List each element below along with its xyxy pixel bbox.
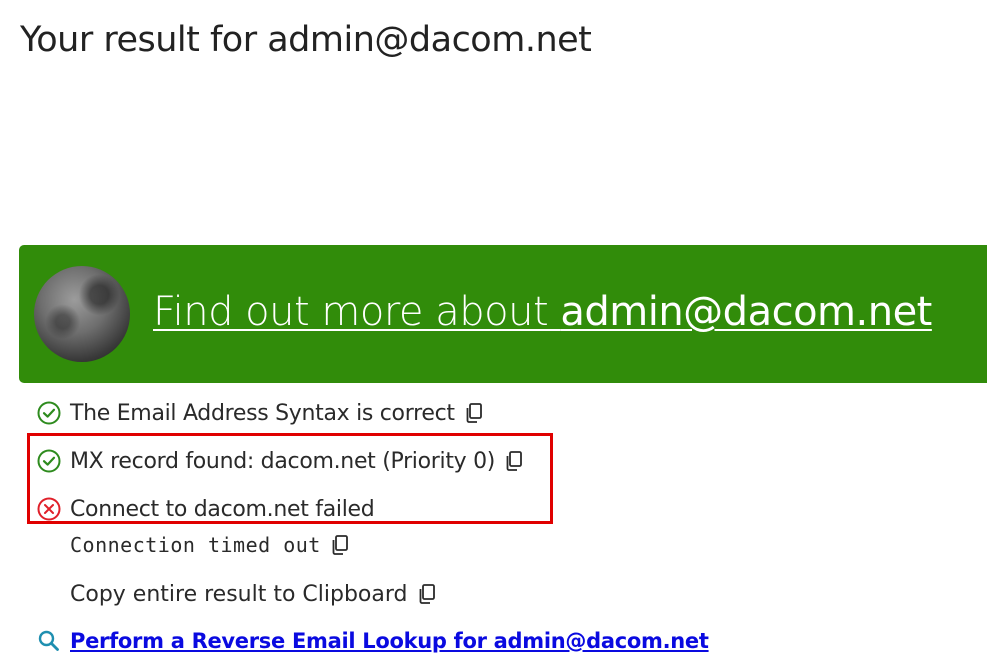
avatar — [34, 266, 130, 362]
find-out-more-banner[interactable]: Find out more about admin@dacom.net — [19, 245, 987, 383]
check-circle-icon — [37, 401, 61, 425]
connect-detail-text: Connection timed out — [70, 533, 321, 557]
reverse-lookup-link[interactable]: Perform a Reverse Email Lookup for admin… — [70, 629, 709, 653]
copy-icon[interactable] — [464, 402, 484, 424]
page-title: Your result for admin@dacom.net — [20, 20, 592, 60]
find-out-more-prefix: Find out more about — [153, 289, 561, 335]
search-icon — [38, 630, 59, 651]
syntax-result-row: The Email Address Syntax is correct — [36, 399, 484, 427]
copy-icon[interactable] — [417, 583, 437, 605]
syntax-result-text: The Email Address Syntax is correct — [70, 400, 455, 426]
find-out-more-email: admin@dacom.net — [560, 289, 932, 335]
connect-detail-row: Connection timed out — [70, 531, 350, 559]
highlight-box — [27, 433, 553, 524]
copy-all-text[interactable]: Copy entire result to Clipboard — [70, 582, 408, 607]
copy-icon[interactable] — [330, 534, 350, 556]
find-out-more-link[interactable]: Find out more about admin@dacom.net — [153, 289, 932, 335]
copy-all-row[interactable]: Copy entire result to Clipboard — [70, 580, 437, 608]
reverse-lookup-row: Perform a Reverse Email Lookup for admin… — [36, 627, 709, 655]
